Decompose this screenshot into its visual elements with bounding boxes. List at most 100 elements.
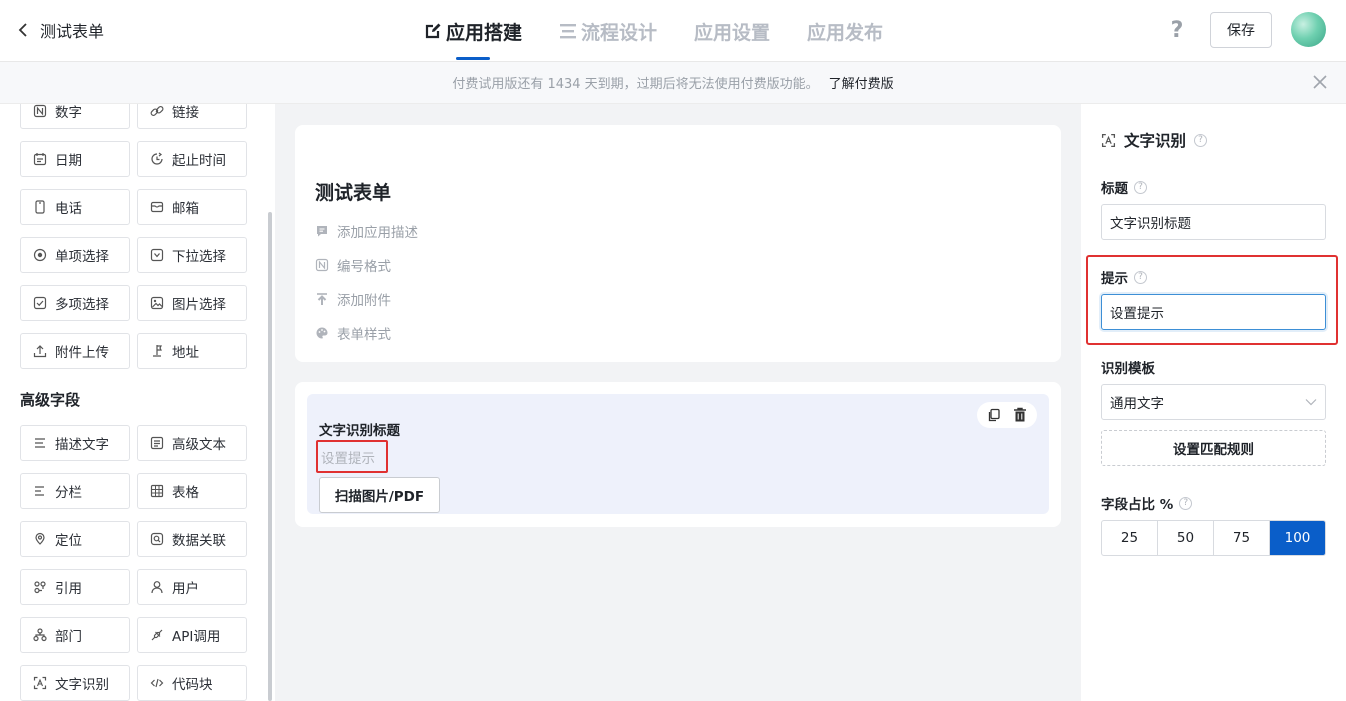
radio-icon [33,248,47,262]
time-range-icon [150,152,164,166]
upload-icon [315,292,329,306]
properties-panel: 文字识别 ? 标题? 提示? 识别模板 通用文字 设置匹配规则 字段占比 %? … [1081,104,1346,701]
locate-icon [33,532,47,546]
field-number[interactable]: 数字 [20,104,130,129]
field-radio[interactable]: 单项选择 [20,237,130,273]
chevron-down-icon [1305,398,1317,406]
user-icon [150,580,164,594]
title-label: 标题? [1101,177,1147,197]
width-option-50[interactable]: 50 [1158,521,1214,555]
description-icon [33,436,47,450]
sidebar-scrollbar[interactable] [268,212,272,701]
field-rich-text[interactable]: 高级文本 [137,425,247,461]
field-link[interactable]: 链接 [137,104,247,129]
field-code[interactable]: 代码块 [137,665,247,701]
help-circle-icon[interactable]: ? [1134,180,1147,194]
field-data-link[interactable]: 数据关联 [137,521,247,557]
field-reference[interactable]: 引用 [20,569,130,605]
width-ratio-label: 字段占比 %? [1101,493,1193,513]
help-button[interactable]: ? [1167,19,1187,43]
tab-label: 应用设置 [694,21,771,44]
chevron-left-icon [18,23,28,37]
width-ratio-selector: 25 50 75 100 [1101,520,1326,556]
panel-heading: 文字识别 ? [1101,129,1208,151]
ocr-icon [1101,133,1116,148]
form-title[interactable]: 测试表单 [315,178,391,205]
form-fields-card: 文字识别标题 设置提示 扫描图片/PDF [295,382,1061,527]
help-circle-icon[interactable]: ? [1179,496,1193,510]
field-time-range[interactable]: 起止时间 [137,141,247,177]
form-style-option[interactable]: 表单样式 [315,323,391,343]
field-email[interactable]: 邮箱 [137,189,247,225]
save-button[interactable]: 保存 [1210,12,1272,48]
help-circle-icon[interactable]: ? [1134,270,1147,284]
field-address[interactable]: 地址 [137,333,247,369]
template-label: 识别模板 [1101,361,1155,377]
data-link-icon [150,532,164,546]
comment-icon [315,224,329,238]
image-icon [150,296,164,310]
form-header-card: 测试表单 添加应用描述 编号格式 添加附件 表单样式 [295,125,1061,362]
field-checkbox[interactable]: 多项选择 [20,285,130,321]
help-circle-icon[interactable]: ? [1194,133,1208,147]
copy-icon[interactable] [987,408,1001,422]
tab-app-build[interactable]: 应用搭建 [424,0,522,62]
app-header: 测试表单 应用搭建 流程设计 应用设置 应用发布 ? 保存 [0,0,1346,62]
title-input[interactable] [1101,204,1326,240]
ocr-field-title: 文字识别标题 [319,423,400,439]
location-pin-icon [150,344,164,358]
number-format-icon [315,258,329,272]
link-icon [150,104,164,118]
template-select[interactable]: 通用文字 [1101,384,1326,420]
field-toolbar [977,402,1037,428]
field-phone[interactable]: 电话 [20,189,130,225]
field-date[interactable]: 日期 [20,141,130,177]
mail-icon [150,200,164,214]
field-image-select[interactable]: 图片选择 [137,285,247,321]
hint-label: 提示? [1101,267,1147,287]
top-tabs: 应用搭建 流程设计 应用设置 应用发布 [424,0,883,62]
field-ocr[interactable]: 文字识别 [20,665,130,701]
width-option-25[interactable]: 25 [1102,521,1158,555]
add-attachment-option[interactable]: 添加附件 [315,289,391,309]
trial-notice-text: 付费试用版还有 1434 天到期，过期后将无法使用付费版功能。 [452,77,819,92]
columns-icon [33,484,47,498]
hint-input[interactable] [1101,294,1326,330]
number-icon [33,104,47,118]
field-palette: 数字 链接 日期 起止时间 电话 邮箱 单项选择 下拉选择 多项选择 图片选择 … [0,104,275,701]
tab-label: 应用搭建 [446,21,523,44]
field-dropdown[interactable]: 下拉选择 [137,237,247,273]
field-upload[interactable]: 附件上传 [20,333,130,369]
tab-app-settings[interactable]: 应用设置 [694,0,770,62]
field-user[interactable]: 用户 [137,569,247,605]
code-icon [150,676,164,690]
scan-image-pdf-button[interactable]: 扫描图片/PDF [319,477,440,513]
field-table[interactable]: 表格 [137,473,247,509]
table-icon [150,484,164,498]
set-match-rule-button[interactable]: 设置匹配规则 [1101,430,1326,466]
upload-icon [33,344,47,358]
width-option-75[interactable]: 75 [1214,521,1270,555]
field-department[interactable]: 部门 [20,617,130,653]
api-icon [150,628,164,642]
edit-icon [424,22,442,40]
upgrade-link[interactable]: 了解付费版 [829,73,894,92]
back-button[interactable]: 测试表单 [18,18,104,42]
tab-app-publish[interactable]: 应用发布 [807,0,883,62]
trash-icon[interactable] [1013,407,1027,423]
tab-flow-design[interactable]: 流程设计 [559,0,657,62]
field-columns[interactable]: 分栏 [20,473,130,509]
width-option-100[interactable]: 100 [1270,521,1325,555]
close-icon[interactable] [1312,74,1328,90]
field-description[interactable]: 描述文字 [20,425,130,461]
calendar-icon [33,152,47,166]
field-locate[interactable]: 定位 [20,521,130,557]
field-api[interactable]: API调用 [137,617,247,653]
ocr-field-block[interactable]: 文字识别标题 设置提示 扫描图片/PDF [307,394,1049,514]
add-description-option[interactable]: 添加应用描述 [315,221,418,241]
number-format-option[interactable]: 编号格式 [315,255,391,275]
department-icon [33,628,47,642]
checkbox-icon [33,296,47,310]
avatar[interactable] [1291,12,1326,47]
trial-notice-bar: 付费试用版还有 1434 天到期，过期后将无法使用付费版功能。 了解付费版 [0,62,1346,104]
